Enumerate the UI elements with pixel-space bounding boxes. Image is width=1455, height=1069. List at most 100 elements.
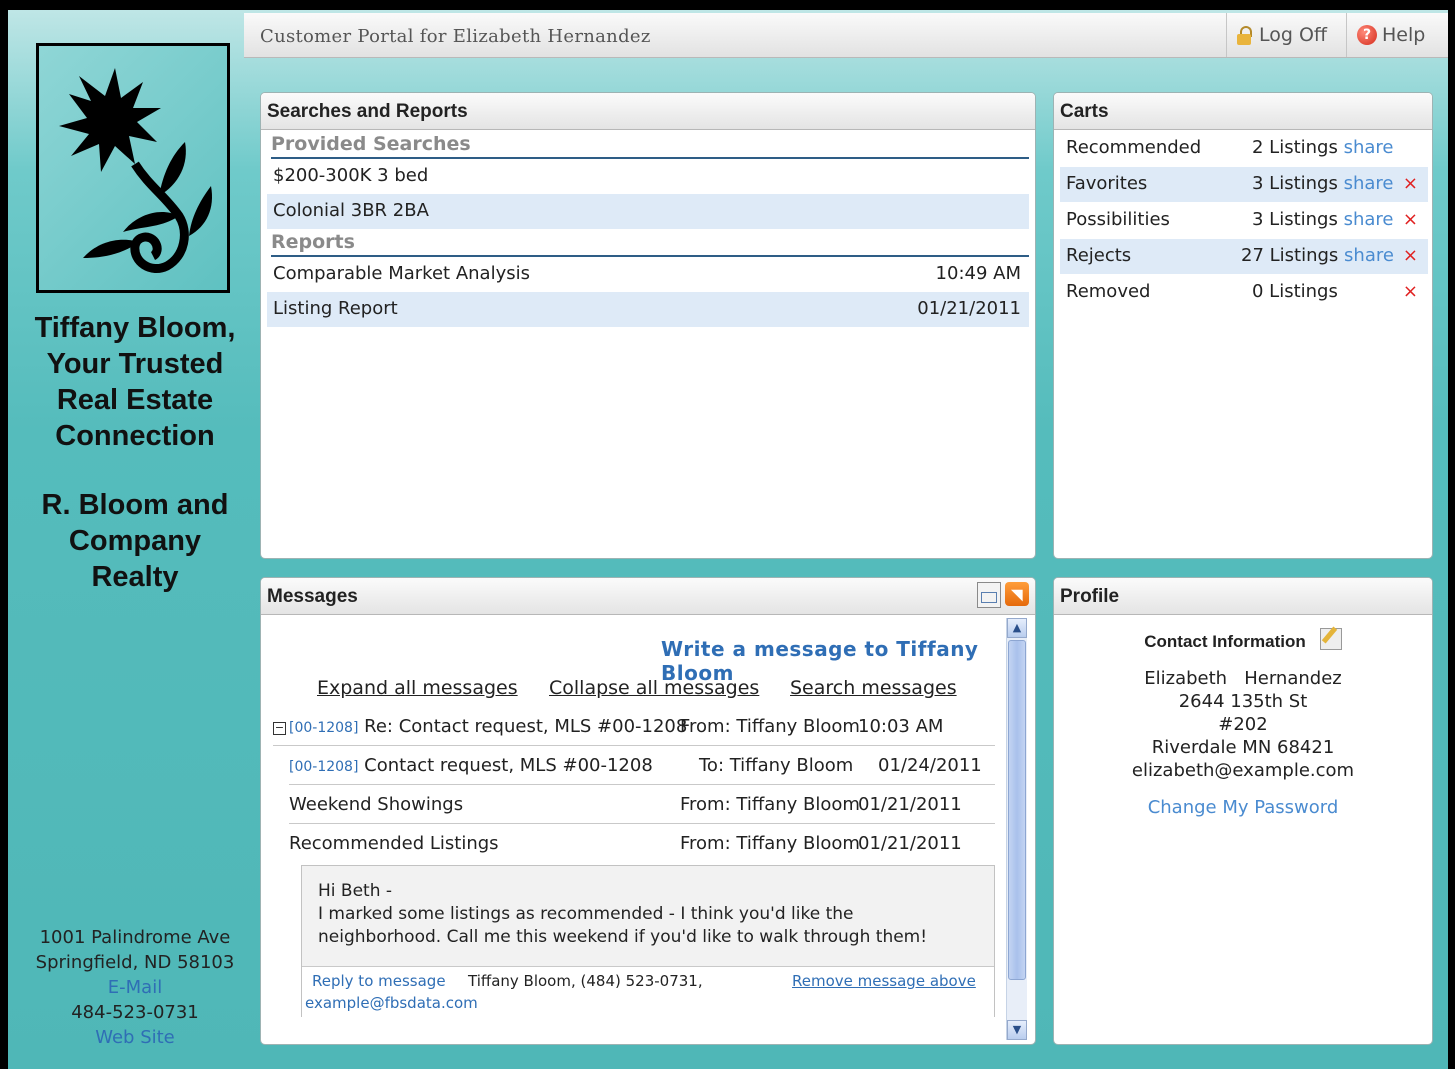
message-subject: Contact request, MLS #00-1208	[364, 755, 653, 776]
messages-panel-header: Messages ◥	[261, 578, 1035, 615]
message-row[interactable]: [00-1208] Contact request, MLS #00-1208 …	[289, 747, 995, 785]
message-party: From: Tiffany Bloom	[680, 833, 860, 854]
expanded-message: Hi Beth - I marked some listings as reco…	[301, 865, 995, 1017]
message-text: Hi Beth - I marked some listings as reco…	[318, 880, 958, 949]
cart-count: 2 Listings	[1252, 137, 1338, 158]
message-subject: Weekend Showings	[289, 794, 464, 815]
edit-icon[interactable]	[1319, 628, 1342, 650]
remove-cart-icon[interactable]: ×	[1403, 275, 1418, 309]
cart-row[interactable]: Recommended 2 Listings share	[1060, 131, 1428, 166]
profile-email: elizabeth@example.com	[1131, 760, 1355, 781]
provided-search-row[interactable]: Colonial 3BR 2BA	[267, 194, 1029, 229]
flower-logo-graphic	[59, 68, 213, 273]
cart-name: Possibilities	[1066, 209, 1170, 230]
cart-count: 0 Listings	[1252, 281, 1338, 302]
message-party: From: Tiffany Bloom	[680, 716, 860, 737]
cart-row[interactable]: Removed 0 Listings ×	[1060, 275, 1428, 310]
rss-icon[interactable]: ◥	[1005, 582, 1029, 606]
help-icon: ?	[1357, 25, 1377, 45]
cart-row[interactable]: Favorites 3 Listings share ×	[1060, 167, 1428, 202]
provided-search-row[interactable]: $200-300K 3 bed	[267, 159, 1029, 194]
help-button[interactable]: ? Help	[1346, 13, 1455, 57]
search-name: Colonial 3BR 2BA	[273, 200, 429, 221]
remove-cart-icon[interactable]: ×	[1403, 167, 1418, 201]
message-date: 01/21/2011	[858, 833, 962, 854]
message-line: neighborhood. Call me this weekend if yo…	[318, 927, 928, 947]
profile-city: Riverdale MN 68421	[1151, 737, 1335, 758]
contact-info: Contact Information Elizabeth Hernandez …	[1054, 628, 1432, 819]
remove-cart-icon[interactable]: ×	[1403, 203, 1418, 237]
profile-panel: Profile Contact Information Elizabeth He…	[1053, 577, 1433, 1045]
collapse-all-link[interactable]: Collapse all messages	[549, 677, 759, 699]
message-row[interactable]: Recommended Listings From: Tiffany Bloom…	[289, 825, 995, 863]
change-password-link[interactable]: Change My Password	[1054, 796, 1432, 819]
message-subject: Recommended Listings	[289, 833, 499, 854]
message-row[interactable]: Weekend Showings From: Tiffany Bloom 01/…	[289, 786, 995, 824]
logoff-label: Log Off	[1259, 24, 1328, 46]
message-date: 01/24/2011	[878, 755, 982, 776]
cart-name: Rejects	[1066, 245, 1132, 266]
cart-row[interactable]: Possibilities 3 Listings share ×	[1060, 203, 1428, 238]
report-time: 10:49 AM	[935, 263, 1021, 284]
tagline-line: Your Trusted	[46, 348, 224, 380]
portal-title: Customer Portal for Elizabeth Hernandez	[260, 26, 651, 47]
company-line: Realty	[91, 561, 179, 593]
report-name: Comparable Market Analysis	[273, 263, 530, 284]
contact-info-heading: Contact Information	[1144, 632, 1306, 651]
website-link[interactable]: Web Site	[18, 1025, 252, 1050]
remove-message-link[interactable]: Remove message above	[792, 972, 976, 990]
searches-panel: Searches and Reports Provided Searches $…	[260, 92, 1036, 559]
messages-body: Write a message to Tiffany Bloom Expand …	[261, 615, 1001, 1044]
message-tag: [00-1208]	[289, 720, 359, 736]
report-row[interactable]: Comparable Market Analysis 10:49 AM	[267, 257, 1029, 292]
share-link[interactable]: share	[1344, 245, 1394, 266]
search-messages-link[interactable]: Search messages	[790, 677, 957, 699]
message-party: From: Tiffany Bloom	[680, 794, 860, 815]
message-date: 10:03 AM	[858, 716, 944, 737]
report-row[interactable]: Listing Report 01/21/2011	[267, 292, 1029, 327]
tagline-line: Tiffany Bloom,	[34, 312, 236, 344]
tagline-line: Connection	[55, 420, 215, 452]
messages-panel: Messages ◥ Write a message to Tiffany Bl…	[260, 577, 1036, 1045]
address-street: 1001 Palindrome Ave	[39, 927, 231, 948]
cart-count: 27 Listings	[1241, 245, 1339, 266]
profile-panel-title: Profile	[1054, 578, 1432, 615]
agent-tagline: Tiffany Bloom, Your Trusted Real Estate …	[18, 310, 252, 454]
sender-email-link[interactable]: example@fbsdata.com	[305, 994, 478, 1012]
scroll-down-icon[interactable]: ▼	[1007, 1020, 1027, 1040]
sender-info: Tiffany Bloom, (484) 523-0731,	[468, 972, 703, 990]
scroll-thumb[interactable]	[1008, 640, 1026, 980]
messages-panel-title: Messages	[267, 586, 358, 607]
collapse-toggle-icon[interactable]: −	[273, 722, 286, 735]
reply-link[interactable]: Reply to message	[312, 972, 446, 990]
mail-icon[interactable]	[977, 582, 1001, 608]
message-tag: [00-1208]	[289, 759, 359, 775]
message-party: To: Tiffany Bloom	[699, 755, 854, 776]
company-line: Company	[68, 525, 202, 557]
messages-scrollbar[interactable]: ▲ ▼	[1006, 618, 1027, 1040]
cart-name: Recommended	[1066, 137, 1202, 158]
profile-unit: #202	[1218, 714, 1268, 735]
cart-count: 3 Listings	[1252, 173, 1338, 194]
message-row[interactable]: − [00-1208] Re: Contact request, MLS #00-…	[273, 708, 995, 746]
expand-all-link[interactable]: Expand all messages	[317, 677, 518, 699]
provided-searches-heading: Provided Searches	[271, 133, 1029, 159]
remove-cart-icon[interactable]: ×	[1403, 239, 1418, 273]
message-footer: Reply to message Tiffany Bloom, (484) 52…	[302, 966, 994, 1017]
profile-street: 2644 135th St	[1178, 691, 1308, 712]
share-link[interactable]: share	[1344, 173, 1394, 194]
cart-count: 3 Listings	[1252, 209, 1338, 230]
logoff-button[interactable]: Log Off	[1226, 13, 1347, 57]
tagline-line: Real Estate	[56, 384, 214, 416]
share-link[interactable]: share	[1344, 209, 1394, 230]
share-link[interactable]: share	[1344, 137, 1394, 158]
cart-name: Favorites	[1066, 173, 1148, 194]
carts-panel: Carts Recommended 2 Listings share Favor…	[1053, 92, 1433, 559]
help-label: Help	[1382, 24, 1426, 46]
scroll-up-icon[interactable]: ▲	[1007, 618, 1027, 638]
profile-name: Elizabeth Hernandez	[1144, 668, 1342, 689]
lock-icon	[1237, 26, 1252, 45]
flower-logo	[36, 43, 230, 293]
email-link[interactable]: E-Mail	[18, 975, 252, 1000]
cart-row[interactable]: Rejects 27 Listings share ×	[1060, 239, 1428, 274]
